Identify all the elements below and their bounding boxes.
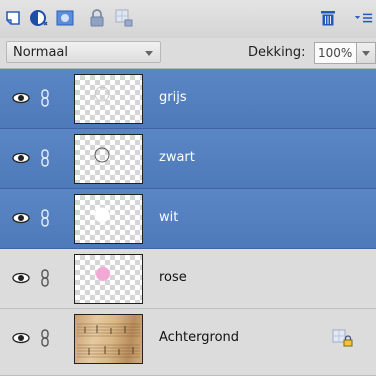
layer-thumbnail: [74, 314, 143, 364]
eye-icon[interactable]: [11, 271, 31, 285]
layer-thumbnail: [74, 194, 143, 244]
layer-row-wit[interactable]: wit: [0, 189, 376, 249]
link-icon[interactable]: [39, 88, 51, 108]
layers-list: grijs zwart wit rose Achtergrond: [0, 69, 376, 376]
layer-thumbnail: [74, 254, 143, 304]
chevron-down-icon: [362, 51, 370, 56]
link-icon[interactable]: [39, 328, 51, 348]
link-icon[interactable]: [39, 148, 51, 168]
panel-menu-icon[interactable]: [352, 7, 376, 29]
opacity-dropdown-button[interactable]: [357, 42, 376, 64]
layer-thumbnail: [74, 134, 143, 184]
layer-row-achtergrond[interactable]: Achtergrond: [0, 309, 376, 376]
black-circle-icon: [94, 147, 110, 163]
layer-row-rose[interactable]: rose: [0, 249, 376, 309]
layer-mask-icon[interactable]: [54, 7, 76, 29]
trash-icon[interactable]: [317, 7, 339, 29]
eye-icon[interactable]: [11, 211, 31, 225]
layer-name: Achtergrond: [159, 330, 240, 345]
lock-icon: [332, 329, 353, 347]
chevron-down-icon: [145, 51, 153, 56]
opacity-input[interactable]: 100%: [314, 42, 357, 64]
blend-mode-select[interactable]: Normaal: [6, 41, 161, 63]
layer-row-grijs[interactable]: grijs: [0, 69, 376, 129]
eye-icon[interactable]: [11, 91, 31, 105]
layer-thumbnail: [74, 74, 143, 124]
layer-name: rose: [159, 270, 187, 285]
layer-name: zwart: [159, 150, 195, 165]
blend-mode-value: Normaal: [13, 45, 69, 60]
layers-panel: Normaal Dekking: 100% grijs zwart wit ro…: [0, 0, 376, 376]
white-circle-icon: [94, 207, 110, 223]
new-layer-icon[interactable]: [4, 7, 26, 29]
lock-transparency-icon[interactable]: [113, 7, 135, 29]
eye-icon[interactable]: [11, 151, 31, 165]
layer-name: wit: [159, 210, 179, 225]
link-icon[interactable]: [39, 268, 51, 288]
opacity-label: Dekking:: [248, 45, 306, 60]
layer-name: grijs: [159, 90, 187, 105]
blend-row: Normaal Dekking: 100%: [0, 38, 376, 69]
eye-icon[interactable]: [11, 331, 31, 345]
layer-row-zwart[interactable]: zwart: [0, 129, 376, 189]
lock-all-icon[interactable]: [86, 7, 108, 29]
pink-circle-icon: [96, 267, 110, 281]
layers-toolbar: [0, 0, 376, 38]
link-icon[interactable]: [39, 208, 51, 228]
adjustment-layer-icon[interactable]: [28, 7, 50, 29]
music-staff-lines: [77, 323, 140, 358]
gray-circle-icon: [94, 86, 110, 102]
